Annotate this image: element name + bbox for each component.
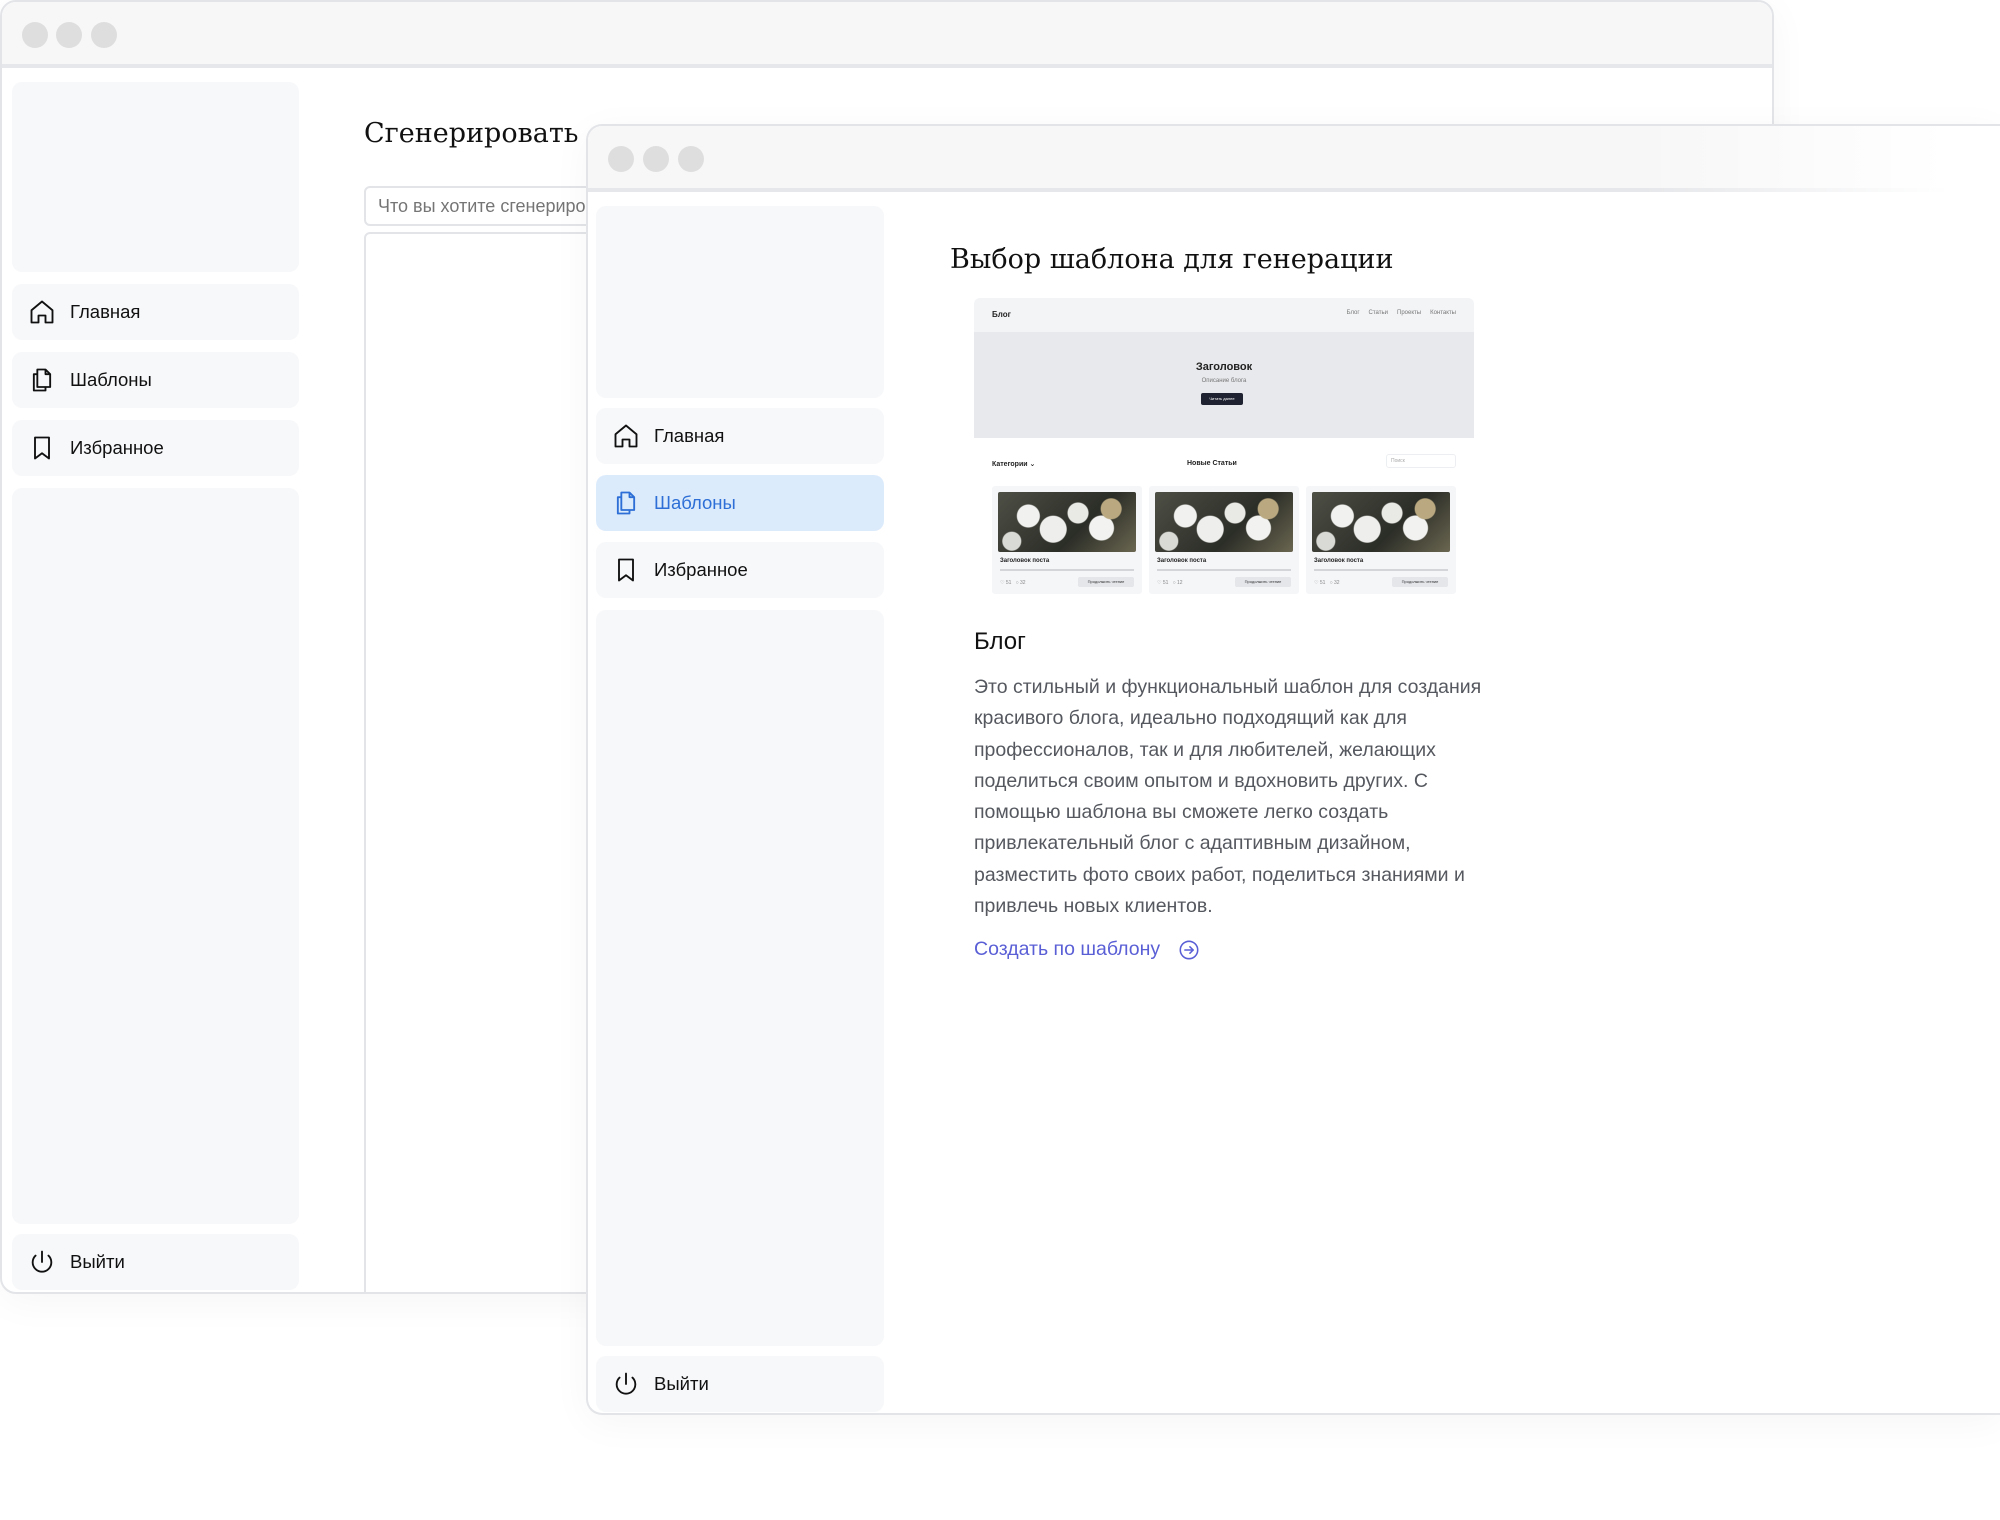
preview-card-button: Продолжить чтение: [1078, 577, 1134, 587]
preview-card-image: [1155, 492, 1293, 552]
preview-card-button: Продолжить чтение: [1235, 577, 1291, 587]
preview-brand: Блог: [992, 310, 1011, 319]
sidebar-item-templates[interactable]: Шаблоны: [596, 475, 884, 531]
create-from-template-label: Создать по шаблону: [974, 938, 1161, 960]
preview-card-comments: 12: [1177, 580, 1183, 586]
preview-card-meta: ♡ 51 ○ 32: [1000, 580, 1026, 586]
chevron-down-icon: ⌄: [1029, 461, 1036, 468]
preview-card-likes: 51: [1005, 580, 1012, 586]
preview-search: Поиск: [1386, 454, 1456, 468]
preview-nav-link: Блог: [1346, 310, 1360, 316]
preview-nav-link: Контакты: [1430, 310, 1456, 316]
preview-card-text: [1157, 569, 1291, 571]
preview-card-likes: 51: [1319, 580, 1326, 586]
window-fade-overlay: [1642, 126, 2000, 1413]
window-maximize-button[interactable]: [91, 22, 117, 48]
sidebar-item-label: Выйти: [70, 1251, 125, 1272]
power-icon: [612, 1370, 640, 1398]
copy-icon: [28, 366, 56, 394]
preview-card-likes: 51: [1162, 580, 1169, 586]
preview-nav-link: Проекты: [1397, 310, 1422, 316]
preview-nav-links: Блог Статьи Проекты Контакты: [1338, 310, 1456, 316]
copy-icon: [612, 489, 640, 517]
sidebar-item-label: Выйти: [654, 1373, 709, 1394]
preview-card-comments: 32: [1020, 580, 1026, 586]
sidebar-item-home[interactable]: Главная: [12, 284, 299, 340]
sidebar-item-label: Избранное: [654, 559, 748, 580]
preview-card-text: [1000, 569, 1134, 571]
sidebar-item-label: Главная: [70, 301, 141, 322]
template-name: Блог: [974, 628, 1026, 655]
window-titlebar: [588, 126, 2000, 192]
preview-card: Заголовок поста ♡ 51 ○ 32 Продолжить чте…: [1306, 486, 1456, 594]
page-title: Сгенерировать: [364, 118, 579, 149]
preview-categories-label: Категории ⌄: [992, 460, 1035, 468]
power-icon: [28, 1248, 56, 1276]
sidebar-item-label: Шаблоны: [654, 492, 736, 513]
window-titlebar: [2, 2, 1772, 68]
preview-navbar: Блог Блог Статьи Проекты Контакты: [974, 298, 1474, 332]
preview-new-articles-label: Новые Статьи: [1187, 460, 1237, 467]
sidebar-item-logout[interactable]: Выйти: [12, 1234, 299, 1290]
window-close-button[interactable]: [22, 22, 48, 48]
preview-hero: Заголовок Описание блога Читать далее: [974, 332, 1474, 438]
preview-card-title: Заголовок поста: [1157, 558, 1207, 564]
preview-categories-text: Категории: [992, 461, 1028, 468]
sidebar-item-logout[interactable]: Выйти: [596, 1356, 884, 1412]
create-from-template-link[interactable]: Создать по шаблону: [974, 938, 1200, 961]
sidebar-item-label: Шаблоны: [70, 369, 152, 390]
page-title: Выбор шаблона для генерации: [950, 244, 1394, 275]
home-icon: [612, 422, 640, 450]
preview-nav-link: Статьи: [1368, 310, 1388, 316]
window-minimize-button[interactable]: [56, 22, 82, 48]
arrow-circle-right-icon: [1178, 939, 1200, 961]
preview-card: Заголовок поста ♡ 51 ○ 32 Продолжить чте…: [992, 486, 1142, 594]
window-close-button[interactable]: [608, 146, 634, 172]
preview-card-meta: ♡ 51 ○ 12: [1157, 580, 1183, 586]
preview-card-image: [1312, 492, 1450, 552]
sidebar-item-home[interactable]: Главная: [596, 408, 884, 464]
preview-card-button: Продолжить чтение: [1392, 577, 1448, 587]
preview-hero-subtitle: Описание блога: [1201, 378, 1247, 384]
preview-card-text: [1314, 569, 1448, 571]
template-description: Это стильный и функциональный шаблон для…: [974, 676, 1482, 918]
sidebar-logo-area: [12, 82, 299, 272]
preview-card-title: Заголовок поста: [1000, 558, 1050, 564]
template-preview[interactable]: Блог Блог Статьи Проекты Контакты Заголовок…: [974, 298, 1474, 594]
preview-card-title: Заголовок поста: [1314, 558, 1364, 564]
sidebar-item-favorites[interactable]: Избранное: [12, 420, 299, 476]
front-window: Главная Шаблоны Избранное Выйти Выбор ша…: [586, 124, 2000, 1415]
window-minimize-button[interactable]: [643, 146, 669, 172]
sidebar-item-label: Главная: [654, 425, 725, 446]
bookmark-icon: [28, 434, 56, 462]
sidebar-item-label: Избранное: [70, 437, 164, 458]
home-icon: [28, 298, 56, 326]
preview-hero-button: Читать далее: [1201, 393, 1243, 405]
preview-card-meta: ♡ 51 ○ 32: [1314, 580, 1340, 586]
sidebar-logo-area: [596, 206, 884, 398]
sidebar-item-templates[interactable]: Шаблоны: [12, 352, 299, 408]
sidebar-spacer: [596, 610, 884, 1346]
preview-card-comments: 32: [1334, 580, 1340, 586]
preview-card: Заголовок поста ♡ 51 ○ 12 Продолжить чте…: [1149, 486, 1299, 594]
window-maximize-button[interactable]: [678, 146, 704, 172]
preview-hero-title: Заголовок: [1195, 361, 1253, 373]
bookmark-icon: [612, 556, 640, 584]
sidebar-spacer: [12, 488, 299, 1224]
sidebar-item-favorites[interactable]: Избранное: [596, 542, 884, 598]
preview-card-image: [998, 492, 1136, 552]
